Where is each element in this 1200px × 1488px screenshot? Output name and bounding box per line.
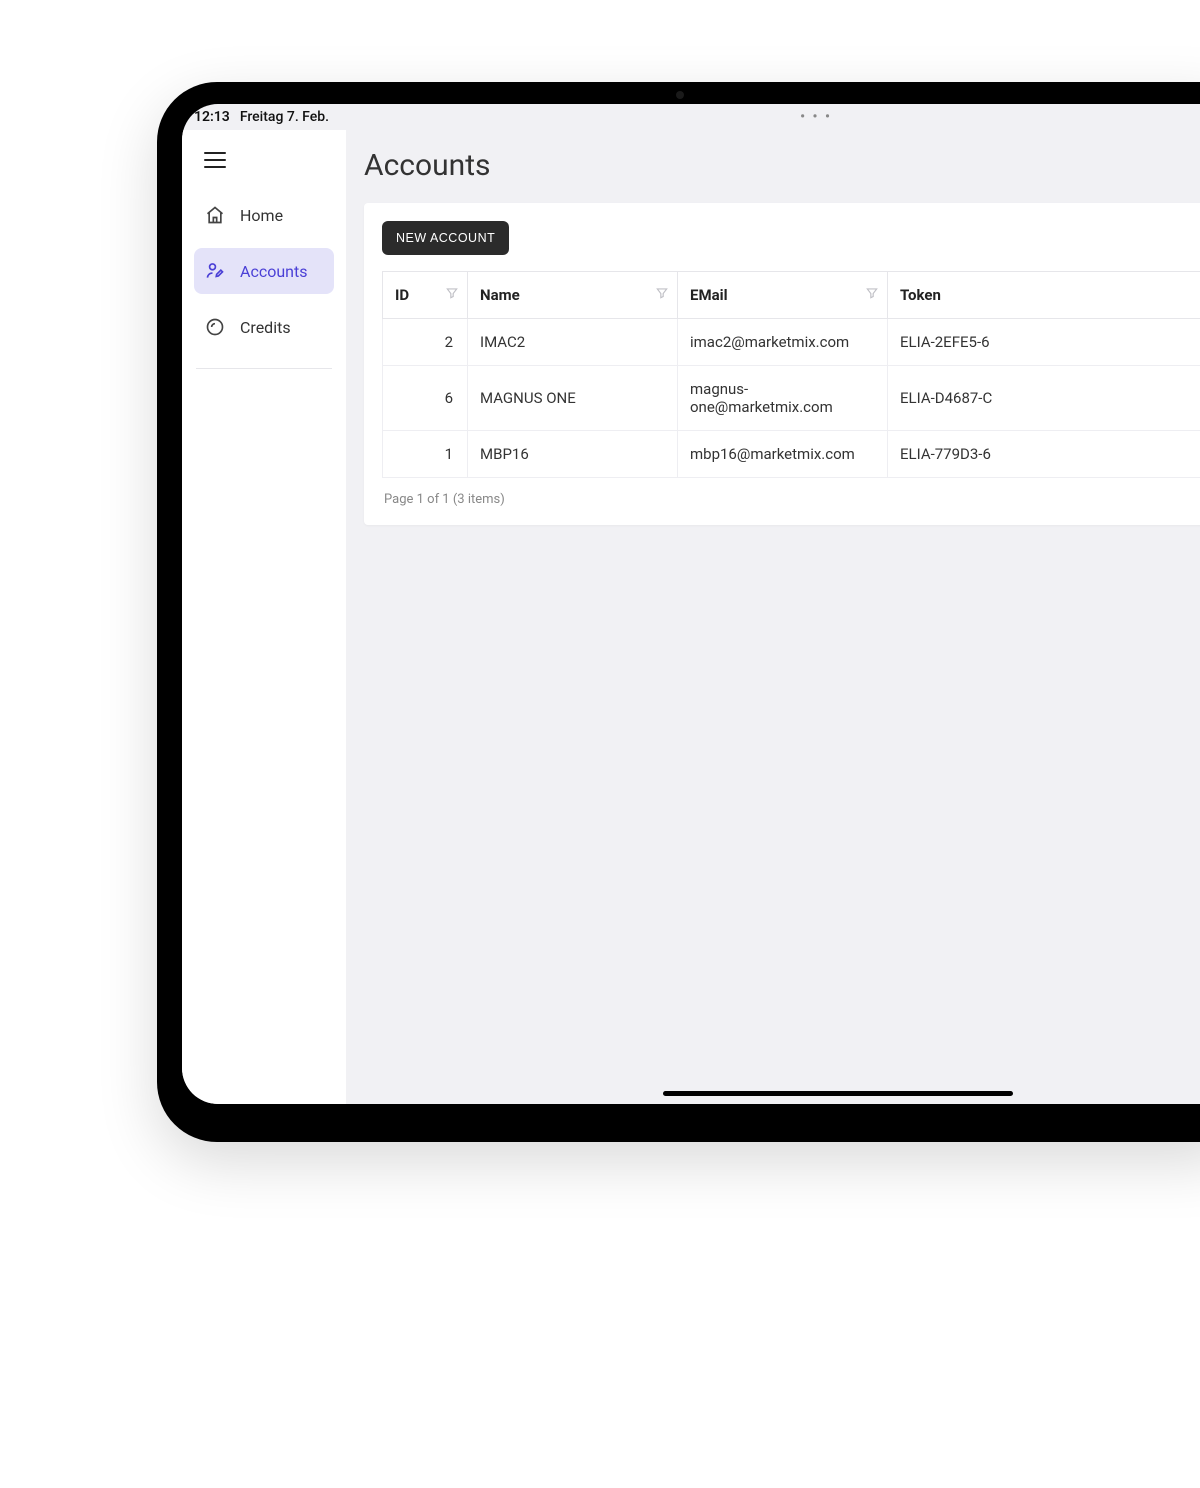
nav-list: Home Accounts	[182, 182, 346, 360]
person-edit-icon	[204, 260, 226, 282]
content-card: NEW ACCOUNT ID Name	[364, 203, 1200, 525]
table-row[interactable]: 6 MAGNUS ONE magnus-one@marketmix.com EL…	[383, 366, 1200, 431]
column-header-email[interactable]: EMail	[678, 272, 888, 319]
sidebar-item-credits[interactable]: Credits	[194, 304, 334, 350]
home-indicator[interactable]	[663, 1091, 1013, 1096]
column-header-token[interactable]: Token	[888, 272, 1200, 319]
status-bar: 12:13 Freitag 7. Feb. • • •	[182, 104, 1200, 130]
status-date: Freitag 7. Feb.	[240, 109, 329, 125]
cell-name: MBP16	[468, 431, 678, 478]
sidebar-item-home[interactable]: Home	[194, 192, 334, 238]
column-header-name[interactable]: Name	[468, 272, 678, 319]
cell-token: ELIA-2EFE5-6	[888, 319, 1200, 366]
device-screen: 12:13 Freitag 7. Feb. • • • Home	[182, 104, 1200, 1104]
cell-name: MAGNUS ONE	[468, 366, 678, 431]
cell-token: ELIA-779D3-6	[888, 431, 1200, 478]
cell-email: magnus-one@marketmix.com	[678, 366, 888, 431]
page-title: Accounts	[364, 148, 1200, 183]
home-icon	[204, 204, 226, 226]
main-content: Accounts NEW ACCOUNT ID	[346, 130, 1200, 1104]
cell-name: IMAC2	[468, 319, 678, 366]
filter-icon[interactable]	[865, 286, 879, 304]
device-camera	[560, 90, 800, 100]
coin-icon	[204, 316, 226, 338]
hamburger-icon	[204, 152, 226, 168]
nav-divider	[196, 368, 332, 369]
app-body: Home Accounts	[182, 130, 1200, 1104]
filter-icon[interactable]	[445, 286, 459, 304]
cell-id: 1	[383, 431, 468, 478]
cell-id: 6	[383, 366, 468, 431]
sidebar: Home Accounts	[182, 130, 346, 1104]
cell-email: imac2@marketmix.com	[678, 319, 888, 366]
cell-email: mbp16@marketmix.com	[678, 431, 888, 478]
sidebar-item-label: Credits	[240, 318, 291, 337]
accounts-table: ID Name	[382, 271, 1200, 478]
column-header-id[interactable]: ID	[383, 272, 468, 319]
table-row[interactable]: 2 IMAC2 imac2@marketmix.com ELIA-2EFE5-6	[383, 319, 1200, 366]
menu-toggle-button[interactable]	[182, 140, 346, 182]
cell-id: 2	[383, 319, 468, 366]
sidebar-item-accounts[interactable]: Accounts	[194, 248, 334, 294]
filter-icon[interactable]	[655, 286, 669, 304]
new-account-button[interactable]: NEW ACCOUNT	[382, 221, 509, 255]
pager-text: Page 1 of 1 (3 items)	[382, 478, 1200, 507]
cell-token: ELIA-D4687-C	[888, 366, 1200, 431]
sidebar-item-label: Accounts	[240, 262, 307, 281]
status-time: 12:13	[194, 109, 230, 125]
sidebar-item-label: Home	[240, 206, 283, 225]
status-dots-icon[interactable]: • • •	[402, 109, 1200, 125]
table-row[interactable]: 1 MBP16 mbp16@marketmix.com ELIA-779D3-6	[383, 431, 1200, 478]
